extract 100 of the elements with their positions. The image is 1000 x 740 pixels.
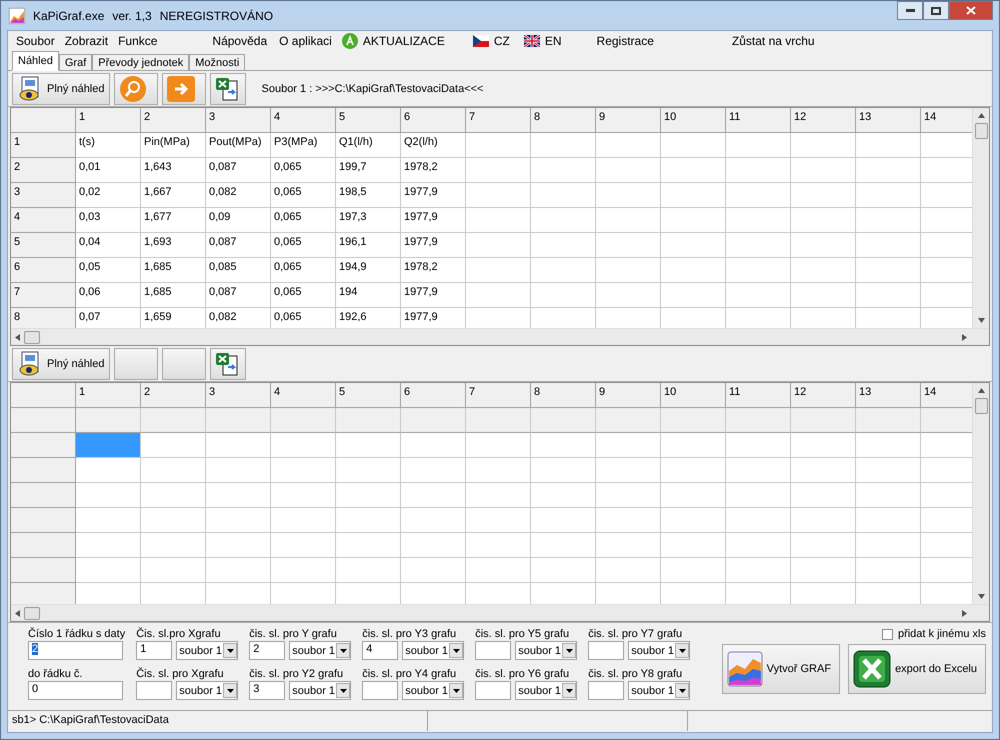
- scrollbar-thumb[interactable]: [974, 398, 988, 414]
- close-button[interactable]: [949, 1, 993, 20]
- column-header[interactable]: 3: [206, 383, 271, 408]
- language-menu-item[interactable]: EN: [524, 34, 562, 48]
- excel-export-button[interactable]: [210, 72, 246, 104]
- scroll-arrow-icon[interactable]: [15, 334, 20, 340]
- minimize-button[interactable]: [897, 1, 923, 20]
- vertical-scrollbar[interactable]: [972, 108, 989, 328]
- row-header[interactable]: [11, 483, 76, 508]
- tab[interactable]: Náhled: [12, 51, 59, 71]
- row-header[interactable]: 6: [11, 258, 76, 283]
- input-field[interactable]: 0: [28, 681, 123, 700]
- update-menu-item[interactable]: AKTUALIZACE: [342, 33, 445, 49]
- scroll-arrow-icon[interactable]: [978, 318, 984, 323]
- column-header[interactable]: 1: [76, 383, 141, 408]
- scroll-arrow-icon[interactable]: [978, 113, 984, 118]
- full-preview-button[interactable]: Plný náhled: [12, 72, 110, 104]
- create-chart-button[interactable]: Vytvoř GRAF: [722, 644, 840, 694]
- input-field[interactable]: 2: [28, 641, 123, 660]
- column-header[interactable]: 6: [401, 108, 466, 133]
- row-header[interactable]: [11, 558, 76, 583]
- column-header[interactable]: 12: [791, 108, 856, 133]
- scroll-arrow-icon[interactable]: [15, 610, 20, 616]
- horizontal-scrollbar[interactable]: [11, 604, 989, 621]
- full-preview-button[interactable]: Plný náhled: [12, 348, 110, 380]
- menu-item[interactable]: Soubor: [16, 34, 55, 48]
- column-header[interactable]: 8: [531, 383, 596, 408]
- column-header[interactable]: 6: [401, 383, 466, 408]
- input-field[interactable]: [588, 681, 624, 700]
- menu-item[interactable]: Nápověda: [212, 34, 268, 48]
- column-header[interactable]: 7: [466, 108, 531, 133]
- scroll-arrow-icon[interactable]: [978, 594, 984, 599]
- language-menu-item[interactable]: CZ: [472, 34, 510, 48]
- input-field[interactable]: [136, 681, 172, 700]
- column-header[interactable]: 7: [466, 383, 531, 408]
- column-header[interactable]: 2: [141, 383, 206, 408]
- column-header[interactable]: 9: [596, 383, 661, 408]
- row-header[interactable]: 4: [11, 208, 76, 233]
- row-header[interactable]: [11, 458, 76, 483]
- file-dropdown[interactable]: soubor 1: [176, 641, 238, 660]
- menu-item[interactable]: Registrace: [596, 34, 654, 48]
- selected-cell[interactable]: [76, 433, 141, 458]
- blank-button[interactable]: [114, 348, 158, 380]
- column-header[interactable]: 3: [206, 108, 271, 133]
- scroll-arrow-icon[interactable]: [962, 334, 967, 340]
- column-header[interactable]: 13: [856, 108, 921, 133]
- file-dropdown[interactable]: soubor 1: [515, 681, 578, 700]
- horizontal-scrollbar[interactable]: [11, 328, 989, 345]
- menu-item[interactable]: Zobrazit: [64, 34, 108, 48]
- vertical-scrollbar[interactable]: [972, 383, 989, 604]
- scroll-arrow-icon[interactable]: [978, 388, 984, 393]
- column-header[interactable]: 14: [921, 383, 972, 408]
- row-header[interactable]: 3: [11, 183, 76, 208]
- file-dropdown[interactable]: soubor 1: [628, 641, 690, 660]
- file-dropdown[interactable]: soubor 1: [289, 681, 352, 700]
- menu-item[interactable]: O aplikaci: [279, 34, 332, 48]
- column-header[interactable]: 14: [921, 108, 972, 133]
- column-header[interactable]: 10: [661, 383, 726, 408]
- column-header[interactable]: 5: [336, 108, 401, 133]
- row-header[interactable]: [11, 508, 76, 533]
- scrollbar-thumb[interactable]: [24, 330, 40, 344]
- input-field[interactable]: 1: [136, 641, 172, 660]
- row-header[interactable]: 5: [11, 233, 76, 258]
- column-header[interactable]: 2: [141, 108, 206, 133]
- row-header[interactable]: 1: [11, 133, 76, 158]
- row-header[interactable]: [11, 533, 76, 558]
- column-header[interactable]: 13: [856, 383, 921, 408]
- input-field[interactable]: [588, 641, 624, 660]
- input-field[interactable]: [362, 681, 398, 700]
- menu-item[interactable]: Funkce: [118, 34, 158, 48]
- file-dropdown[interactable]: soubor 1: [289, 641, 352, 660]
- file-dropdown[interactable]: soubor 1: [176, 681, 238, 700]
- row-header[interactable]: 8: [11, 308, 76, 328]
- scroll-arrow-icon[interactable]: [962, 610, 967, 616]
- file-dropdown[interactable]: soubor 1: [402, 641, 464, 660]
- column-header[interactable]: 9: [596, 108, 661, 133]
- file-dropdown[interactable]: soubor 1: [628, 681, 690, 700]
- tab[interactable]: Převody jednotek: [92, 54, 190, 70]
- column-header[interactable]: 4: [271, 108, 336, 133]
- input-field[interactable]: [475, 641, 512, 660]
- tab[interactable]: Možnosti: [189, 54, 246, 70]
- input-field[interactable]: 4: [362, 641, 398, 660]
- append-checkbox[interactable]: přidat k jinému xls: [882, 628, 986, 640]
- scrollbar-thumb[interactable]: [974, 123, 988, 139]
- file-dropdown[interactable]: soubor 1: [515, 641, 578, 660]
- column-header[interactable]: 4: [271, 383, 336, 408]
- excel-export-button[interactable]: [210, 348, 246, 380]
- column-header[interactable]: 11: [726, 108, 791, 133]
- export-excel-button[interactable]: export do Excelu: [848, 644, 986, 694]
- tab[interactable]: Graf: [58, 54, 92, 70]
- column-header[interactable]: 8: [531, 108, 596, 133]
- input-field[interactable]: 3: [249, 681, 286, 700]
- column-header[interactable]: 12: [791, 383, 856, 408]
- search-button[interactable]: [114, 72, 158, 104]
- column-header[interactable]: 11: [726, 383, 791, 408]
- row-header[interactable]: 2: [11, 158, 76, 183]
- row-header[interactable]: [11, 433, 76, 458]
- column-header[interactable]: 10: [661, 108, 726, 133]
- maximize-button[interactable]: [923, 1, 949, 20]
- menu-item[interactable]: Zůstat na vrchu: [732, 34, 815, 48]
